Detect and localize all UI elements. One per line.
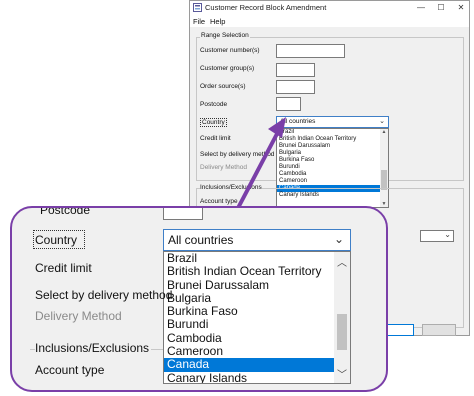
list-item[interactable]: Cambodia: [277, 171, 388, 178]
ok-button[interactable]: [386, 324, 414, 336]
country-combo-small[interactable]: All countries ⌄: [276, 116, 389, 128]
select-by-delivery-label: Select by delivery method: [200, 151, 275, 158]
list-item[interactable]: Canary Islands: [164, 371, 350, 383]
country-combo[interactable]: All countries ⌄: [163, 229, 351, 251]
country-dropdown-list[interactable]: Brazil British Indian Ocean Territory Br…: [163, 251, 351, 384]
country-combo-value-zoom: All countries: [168, 233, 234, 247]
delivery-method-label: Delivery Method: [200, 164, 247, 171]
list-item[interactable]: Bulgaria: [164, 291, 350, 305]
list-scrollbar[interactable]: ︿ ﹀: [334, 252, 350, 383]
chevron-down-icon[interactable]: ⌄: [334, 232, 344, 246]
inclusions-legend-zoom: Inclusions/Exclusions: [35, 341, 152, 355]
postcode-input[interactable]: [276, 97, 301, 111]
account-type-label: Account type: [200, 198, 238, 205]
list-item[interactable]: British Indian Ocean Territory: [277, 136, 388, 143]
list-item[interactable]: Cameroon: [164, 344, 350, 358]
list-item[interactable]: Brunei Darussalam: [164, 278, 350, 292]
customer-groups-label: Customer group(s): [200, 65, 255, 72]
list-item[interactable]: Burundi: [164, 318, 350, 332]
inclusions-legend: Inclusions/Exclusions: [200, 184, 262, 191]
window-title: Customer Record Block Amendment: [205, 3, 327, 12]
list-item[interactable]: Brazil: [277, 129, 388, 136]
list-item[interactable]: Bulgaria: [277, 150, 388, 157]
chevron-down-icon[interactable]: ⌄: [379, 117, 385, 125]
menu-file[interactable]: File: [193, 17, 205, 26]
menu-bar: File Help: [190, 15, 469, 27]
postcode-label-partial: Postcode: [40, 206, 91, 217]
country-label-zoom: Country: [35, 233, 78, 247]
order-sources-label: Order source(s): [200, 83, 246, 90]
scroll-thumb[interactable]: [381, 170, 387, 190]
scroll-down-icon[interactable]: ﹀: [334, 366, 350, 381]
list-item[interactable]: Burundi: [277, 164, 388, 171]
country-label: Country: [200, 118, 227, 127]
range-selection-legend: Range Selection: [200, 32, 250, 39]
scroll-up-icon[interactable]: ︿: [334, 254, 350, 269]
chevron-down-icon[interactable]: ⌄: [444, 230, 451, 239]
app-icon: [193, 3, 202, 12]
list-item[interactable]: British Indian Ocean Territory: [164, 264, 350, 278]
account-type-label-zoom: Account type: [35, 363, 105, 377]
scroll-up-icon[interactable]: ▲: [380, 129, 388, 135]
title-bar: Customer Record Block Amendment — ☐ ✕: [190, 1, 469, 15]
delivery-method-label-zoom: Delivery Method: [35, 309, 122, 323]
close-button[interactable]: ✕: [454, 2, 468, 13]
menu-help[interactable]: Help: [210, 17, 225, 26]
list-item[interactable]: Cambodia: [164, 331, 350, 345]
maximize-button[interactable]: ☐: [434, 2, 448, 13]
scroll-thumb[interactable]: [337, 314, 347, 350]
credit-limit-label: Credit limit: [200, 135, 231, 142]
select-by-delivery-label-zoom: Select by delivery method: [35, 288, 173, 302]
country-combo-value: All countries: [280, 118, 316, 125]
postcode-input-zoom[interactable]: [163, 208, 203, 220]
customer-groups-input[interactable]: [276, 63, 315, 77]
list-item[interactable]: Cameroon: [277, 178, 388, 185]
list-item[interactable]: Brunei Darussalam: [277, 143, 388, 150]
list-item[interactable]: Burkina Faso: [277, 157, 388, 164]
customer-numbers-label: Customer number(s): [200, 47, 260, 54]
zoom-callout-panel: Postcode Country All countries ⌄ Brazil …: [10, 206, 388, 392]
list-item-selected[interactable]: Canada: [164, 358, 350, 372]
postcode-label: Postcode: [200, 101, 228, 108]
minimize-button[interactable]: —: [414, 2, 428, 13]
credit-limit-label-zoom: Credit limit: [35, 261, 92, 275]
account-type-combo[interactable]: ⌄: [420, 230, 454, 242]
cancel-button[interactable]: [422, 324, 456, 336]
customer-numbers-input[interactable]: [276, 44, 345, 58]
list-item[interactable]: Burkina Faso: [164, 304, 350, 318]
order-sources-input[interactable]: [276, 80, 315, 94]
list-item[interactable]: Brazil: [164, 252, 350, 265]
